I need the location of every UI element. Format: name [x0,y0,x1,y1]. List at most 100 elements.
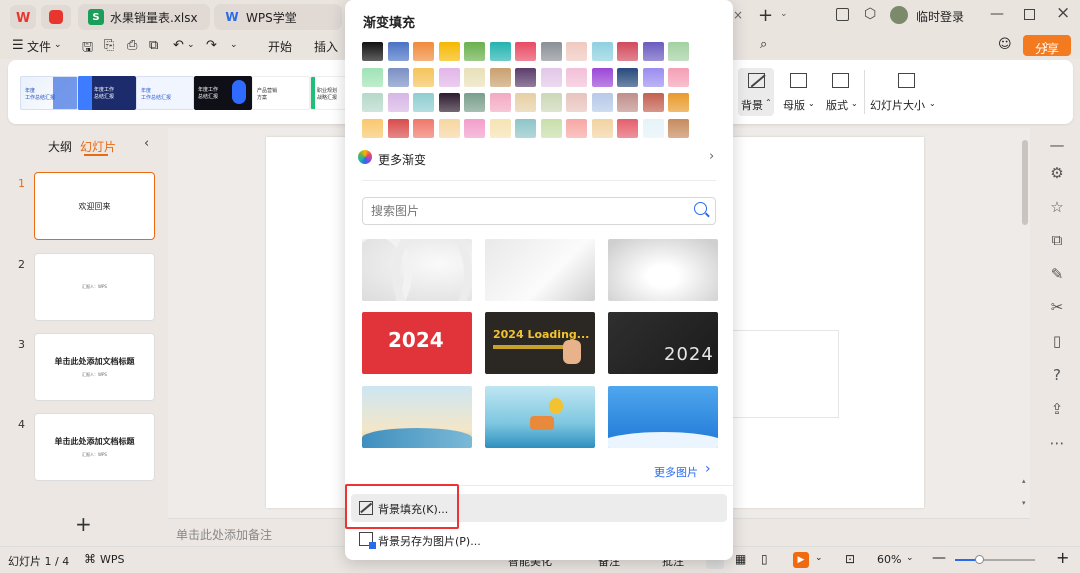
theme-icon[interactable]: ⌘ [84,552,96,566]
gradient-swatch[interactable] [489,42,511,61]
transition-icon[interactable]: ⧉ [1048,231,1066,249]
image-search-input[interactable] [371,202,671,220]
redo-icon[interactable]: ↷ [206,38,217,53]
fit-window-icon[interactable]: ⊡ [845,552,855,566]
tab-wps-academy[interactable]: W WPS学堂 [214,4,342,30]
tools-icon[interactable]: ✂ [1048,298,1066,316]
chevron-right-icon[interactable]: › [709,149,714,164]
placeholder-box[interactable] [731,330,839,418]
gradient-swatch[interactable] [489,118,511,138]
gradient-swatch[interactable] [540,118,562,138]
slide-thumb[interactable]: 汇报人：WPS [34,253,155,321]
share-button[interactable]: ⇪ 分享 [1023,35,1071,56]
gradient-swatch[interactable] [515,118,536,138]
export-pdf-icon[interactable]: ⎘ [104,38,114,53]
gradient-swatch[interactable] [362,118,383,138]
undo-icon[interactable]: ↶ [173,38,184,53]
gradient-swatch[interactable] [591,93,613,112]
gradient-swatch[interactable] [362,67,383,87]
save-icon[interactable]: 🖫 [82,38,93,60]
gradient-swatch[interactable] [438,118,460,138]
gradient-swatch[interactable] [617,42,638,61]
gradient-swatch[interactable] [642,42,664,61]
gradient-swatch[interactable] [489,93,511,112]
gradient-swatch[interactable] [362,93,383,112]
share-doc-icon[interactable]: ⇪ [1048,400,1066,418]
reading-view-icon[interactable]: ▯ [761,552,768,566]
new-tab-button[interactable]: + [758,5,773,26]
template-thumb[interactable]: 年度工作 总结汇报 [194,76,252,110]
prev-slide-icon[interactable]: ▴ [1022,477,1026,485]
print-icon[interactable]: ⎙ [127,38,137,53]
help-icon[interactable]: ? [1048,366,1066,384]
gradient-swatch[interactable] [617,67,638,87]
gradient-swatch[interactable] [515,67,536,87]
gradient-swatch[interactable] [515,93,536,112]
chat-icon[interactable]: ☺ [998,37,1012,52]
collapse-icon[interactable]: — [1048,136,1066,154]
more-gradients-link[interactable]: 更多渐变 [378,151,426,168]
login-label[interactable]: 临时登录 [916,8,964,25]
gradient-swatch[interactable] [617,118,638,138]
chevron-down-icon[interactable]: ⌄ [230,40,238,50]
gradient-swatch[interactable] [668,42,689,61]
animation-icon[interactable]: ✎ [1048,265,1066,283]
gradient-swatch[interactable] [617,93,638,112]
template-thumb[interactable]: 年度 工作总结汇报 [20,76,78,110]
layout-button[interactable]: 版式 ⌄ [820,68,860,116]
gradient-swatch[interactable] [566,42,587,61]
chevron-down-icon[interactable]: ⌄ [780,9,788,19]
gradient-swatch[interactable] [668,93,689,112]
gradient-swatch[interactable] [515,42,536,61]
gradient-swatch[interactable] [438,42,460,61]
collapse-panel-icon[interactable]: ‹ [144,136,149,151]
zoom-slider-thumb[interactable] [975,555,984,564]
print-preview-icon[interactable]: ⧉ [149,38,158,53]
slide-thumb[interactable]: 单击此处添加文档标题 汇报人：WPS [34,413,155,481]
gradient-swatch[interactable] [464,118,485,138]
close-window-icon[interactable]: × [1056,3,1070,23]
gradient-swatch[interactable] [438,67,460,87]
menu-start[interactable]: 开始 [268,38,292,55]
gradient-swatch[interactable] [413,118,434,138]
gradient-swatch[interactable] [413,93,434,112]
chevron-down-icon[interactable]: ⌄ [815,553,823,563]
next-slide-icon[interactable]: ▾ [1022,499,1026,507]
close-tab-icon[interactable]: × [733,8,743,24]
restore-icon[interactable] [1024,9,1035,20]
search-icon[interactable]: ⌕ [760,37,767,52]
gradient-swatch[interactable] [387,118,409,138]
play-icon[interactable]: ▶ [793,552,809,568]
gradient-swatch[interactable] [464,67,485,87]
save-background-item[interactable]: 背景另存为图片(P)... [378,533,481,549]
cube-icon[interactable]: ⬡ [864,6,876,22]
gradient-swatch[interactable] [540,67,562,87]
star-icon[interactable]: ☆ [1048,198,1066,216]
zoom-out-icon[interactable]: — [932,550,946,566]
grid-view-icon[interactable]: ▦ [735,552,746,566]
hamburger-icon[interactable]: ☰ [12,38,24,53]
property-icon[interactable]: ⚙ [1048,164,1066,182]
gradient-swatch[interactable] [438,93,460,112]
more-images-link[interactable]: 更多图片 [654,464,698,480]
template-thumb[interactable]: 年度 工作总结汇报 [136,76,194,110]
search-icon[interactable] [694,202,710,218]
image-search-box[interactable] [362,197,716,225]
wps-docer-button[interactable] [41,5,71,29]
gradient-swatch[interactable] [591,67,613,87]
window-mode-icon[interactable] [836,8,849,21]
slide-thumb[interactable]: 欢迎回来 [34,172,155,240]
file-menu[interactable]: 文件 [27,38,51,55]
tab-slides[interactable]: 幻灯片 [80,138,116,155]
gradient-swatch[interactable] [566,67,587,87]
gradient-swatch[interactable] [464,93,485,112]
background-image-thumb[interactable]: 2024 Loading... [485,312,595,374]
tab-outline[interactable]: 大纲 [48,138,72,155]
gradient-swatch[interactable] [642,67,664,87]
slide-thumb[interactable]: 单击此处添加文档标题 汇报人：WPS [34,333,155,401]
background-button[interactable]: 背景 ⌃ [738,68,774,116]
gradient-swatch[interactable] [413,42,434,61]
gradient-swatch[interactable] [591,118,613,138]
gradient-swatch[interactable] [540,93,562,112]
gradient-swatch[interactable] [668,118,689,138]
